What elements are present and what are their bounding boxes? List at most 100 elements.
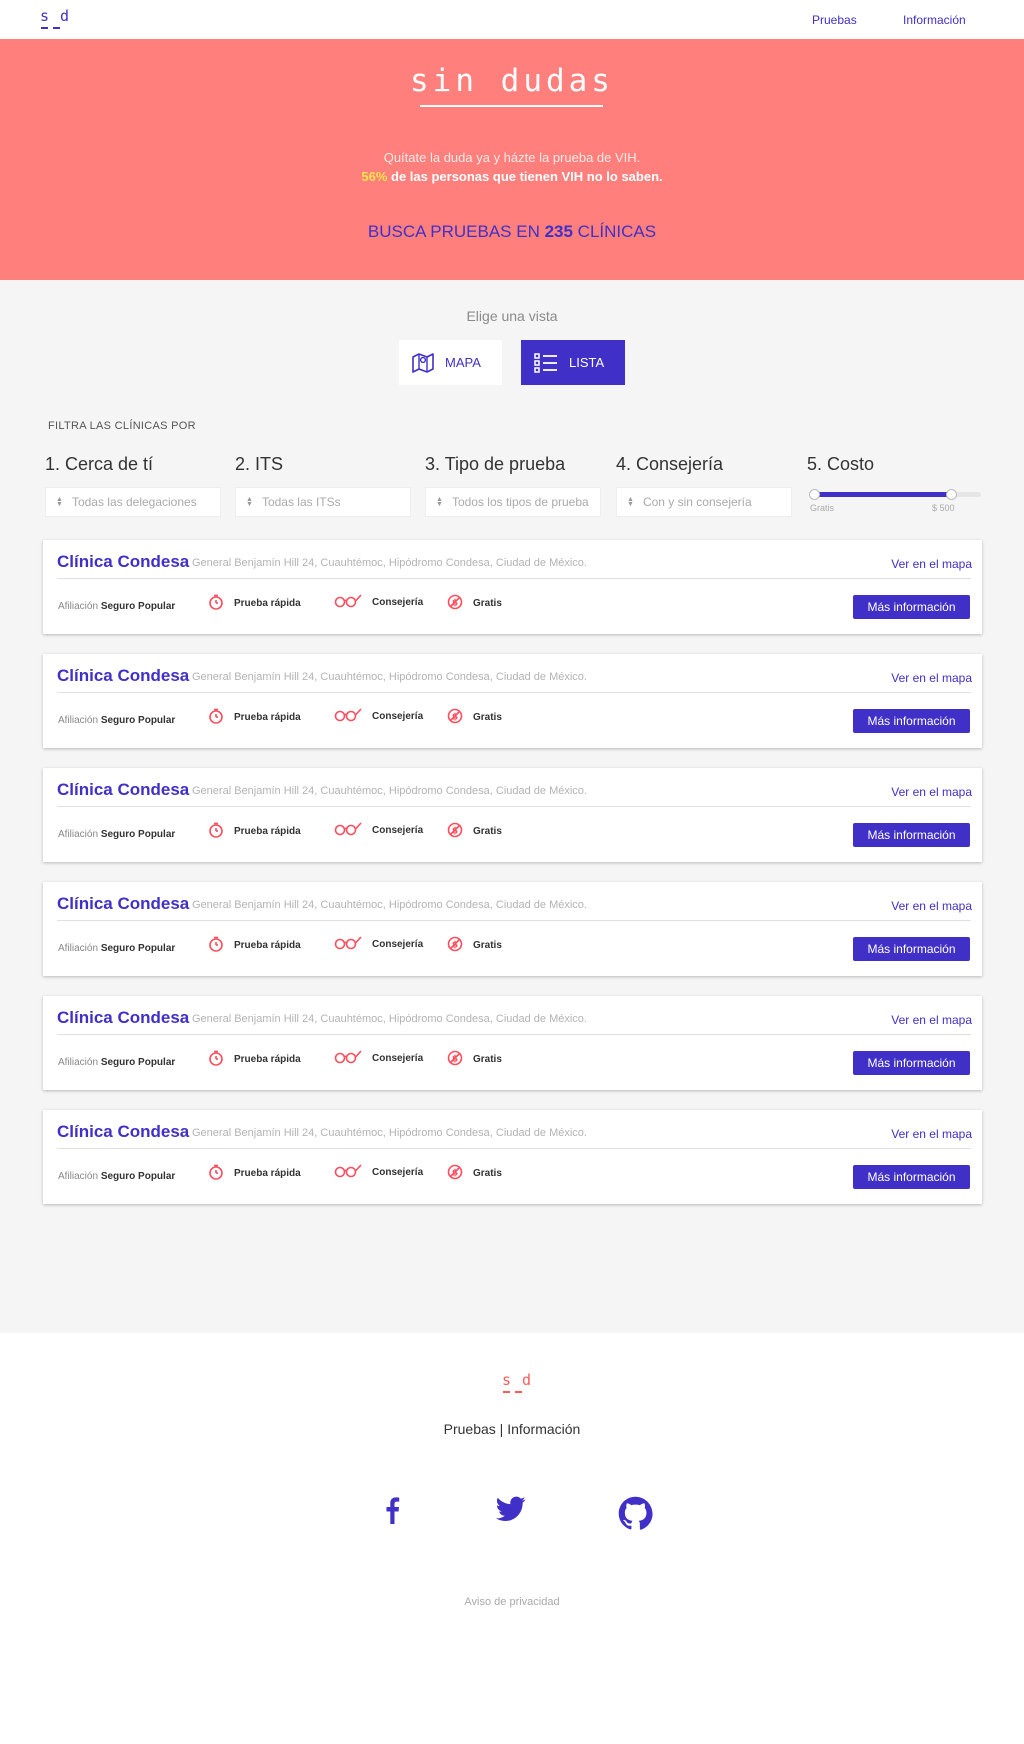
feature-rapid-test: Prueba rápida bbox=[208, 708, 301, 727]
filters-heading: FILTRA LAS CLÍNICAS POR bbox=[48, 420, 196, 432]
clinic-name[interactable]: Clínica Condesa bbox=[57, 894, 189, 914]
footer-link-pruebas[interactable]: Pruebas bbox=[444, 1421, 496, 1437]
hero-clinic-count: BUSCA PRUEBAS EN 235 CLÍNICAS bbox=[0, 222, 1024, 242]
affiliation-label: Afiliación bbox=[58, 943, 99, 954]
nav-link-informacion[interactable]: Información bbox=[903, 13, 966, 27]
feature-label: Gratis bbox=[473, 940, 502, 951]
feature-label: Gratis bbox=[473, 1168, 502, 1179]
feature-free: $ Gratis bbox=[447, 594, 502, 613]
clinic-card: Clínica Condesa General Benjamín Hill 24,… bbox=[43, 1110, 982, 1204]
clinic-address: General Benjamín Hill 24, Cuauhtémoc, Hi… bbox=[192, 785, 587, 797]
nav-link-pruebas[interactable]: Pruebas bbox=[812, 13, 857, 27]
feature-free: $ Gratis bbox=[447, 822, 502, 841]
clinic-name[interactable]: Clínica Condesa bbox=[57, 780, 189, 800]
view-list-button[interactable]: LISTA bbox=[521, 340, 625, 385]
no-cost-icon: $ bbox=[447, 936, 463, 955]
top-nav: s d Pruebas Información bbox=[0, 0, 1024, 39]
hero-subtitle: Quítate la duda ya y házte la prueba de … bbox=[383, 150, 641, 165]
cost-slider-max-handle[interactable] bbox=[946, 489, 957, 500]
filter-tipo-select[interactable]: ▲ ▼ Todos los tipos de prueba bbox=[425, 487, 601, 517]
clinic-affiliation: Afiliación Seguro Popular bbox=[58, 715, 175, 726]
affiliation-value: Seguro Popular bbox=[100, 601, 176, 612]
filter-costo-title: 5. Costo bbox=[807, 454, 875, 474]
list-icon bbox=[534, 352, 557, 373]
feature-label: Consejería bbox=[372, 939, 424, 950]
more-info-button[interactable]: Más información bbox=[853, 1051, 970, 1075]
main-content: Elige una vista MAPA LISTA FILTRA LAS CL… bbox=[0, 280, 1024, 1560]
affiliation-value: Seguro Popular bbox=[100, 715, 176, 726]
filter-consejeria-select[interactable]: ▲ ▼ Con y sin consejería bbox=[616, 487, 792, 517]
more-info-button[interactable]: Más información bbox=[853, 709, 970, 733]
view-list-label: LISTA bbox=[569, 355, 605, 370]
view-on-map-link[interactable]: Ver en el mapa bbox=[891, 1013, 972, 1027]
cost-slider-min-handle[interactable] bbox=[809, 489, 820, 500]
filter-cerca-title: 1. Cerca de tí bbox=[45, 454, 154, 474]
filter-tipo: 3. Tipo de prueba ▲ ▼ Todos los tipos de p… bbox=[425, 454, 601, 517]
cost-slider-range bbox=[814, 492, 952, 497]
feature-free: $ Gratis bbox=[447, 1050, 502, 1069]
more-info-button[interactable]: Más información bbox=[853, 937, 970, 961]
filter-consejeria-title: 4. Consejería bbox=[616, 454, 724, 474]
card-divider bbox=[57, 920, 971, 921]
stopwatch-icon bbox=[208, 936, 224, 955]
feature-label: Consejería bbox=[372, 1053, 424, 1064]
filter-its-select[interactable]: ▲ ▼ Todas las ITSs bbox=[235, 487, 411, 517]
more-info-button[interactable]: Más información bbox=[853, 823, 970, 847]
view-map-button[interactable]: MAPA bbox=[399, 340, 502, 385]
view-on-map-link[interactable]: Ver en el mapa bbox=[891, 785, 972, 799]
feature-label: Prueba rápida bbox=[234, 1168, 301, 1179]
feature-label: Prueba rápida bbox=[234, 940, 301, 951]
feature-rapid-test: Prueba rápida bbox=[208, 822, 301, 841]
hero-stat: 56% de las personas que tienen VIH no lo… bbox=[0, 169, 1024, 184]
affiliation-value: Seguro Popular bbox=[100, 1171, 176, 1182]
feature-counseling: Consejería bbox=[334, 594, 423, 611]
github-icon[interactable] bbox=[618, 1496, 653, 1536]
filter-tipo-value: Todos los tipos de prueba bbox=[451, 495, 589, 509]
clinic-affiliation: Afiliación Seguro Popular bbox=[58, 601, 175, 612]
footer-link-informacion[interactable]: Información bbox=[507, 1421, 580, 1437]
map-icon bbox=[412, 352, 434, 373]
no-cost-icon: $ bbox=[447, 708, 463, 727]
clinic-name[interactable]: Clínica Condesa bbox=[57, 1008, 189, 1028]
filter-cerca-select[interactable]: ▲ ▼ Todas las delegaciones bbox=[45, 487, 221, 517]
site-logo[interactable]: s d bbox=[40, 7, 70, 29]
footer-links: Pruebas | Información bbox=[0, 1421, 1024, 1437]
twitter-icon[interactable] bbox=[495, 1496, 526, 1527]
footer-logo[interactable]: s d bbox=[502, 1371, 532, 1393]
feature-label: Consejería bbox=[372, 1167, 424, 1178]
more-info-button[interactable]: Más información bbox=[853, 595, 970, 619]
sort-arrows-icon: ▲ ▼ bbox=[56, 496, 63, 508]
stopwatch-icon bbox=[208, 594, 224, 613]
filter-costo: 5. Costo bbox=[807, 454, 983, 476]
affiliation-value: Seguro Popular bbox=[100, 1057, 176, 1068]
no-cost-icon: $ bbox=[447, 1050, 463, 1069]
clinic-name[interactable]: Clínica Condesa bbox=[57, 1122, 189, 1142]
hero-stat-text: de las personas que tienen VIH no lo sab… bbox=[387, 169, 663, 184]
feature-counseling: Consejería bbox=[334, 936, 423, 953]
no-cost-icon: $ bbox=[447, 1164, 463, 1183]
facebook-icon[interactable] bbox=[384, 1496, 400, 1529]
view-chooser-label: Elige una vista bbox=[466, 308, 558, 324]
view-on-map-link[interactable]: Ver en el mapa bbox=[891, 557, 972, 571]
clinic-address: General Benjamín Hill 24, Cuauhtémoc, Hi… bbox=[192, 1127, 587, 1139]
view-on-map-link[interactable]: Ver en el mapa bbox=[891, 671, 972, 685]
view-on-map-link[interactable]: Ver en el mapa bbox=[891, 899, 972, 913]
clinic-name[interactable]: Clínica Condesa bbox=[57, 666, 189, 686]
clinic-card: Clínica Condesa General Benjamín Hill 24,… bbox=[43, 996, 982, 1090]
card-divider bbox=[57, 1148, 971, 1149]
feature-label: Consejería bbox=[372, 597, 424, 608]
feature-rapid-test: Prueba rápida bbox=[208, 1050, 301, 1069]
affiliation-label: Afiliación bbox=[58, 1057, 99, 1068]
more-info-button[interactable]: Más información bbox=[853, 1165, 970, 1189]
feature-counseling: Consejería bbox=[334, 1164, 423, 1181]
clinic-name[interactable]: Clínica Condesa bbox=[57, 552, 189, 572]
affiliation-label: Afiliación bbox=[58, 1171, 99, 1182]
filter-its: 2. ITS ▲ ▼ Todas las ITSs bbox=[235, 454, 411, 517]
clinic-affiliation: Afiliación Seguro Popular bbox=[58, 1171, 175, 1182]
feature-label: Consejería bbox=[372, 825, 424, 836]
privacy-link[interactable]: Aviso de privacidad bbox=[0, 1596, 1024, 1608]
view-on-map-link[interactable]: Ver en el mapa bbox=[891, 1127, 972, 1141]
filter-its-title: 2. ITS bbox=[235, 454, 284, 474]
busca-suffix: CLÍNICAS bbox=[572, 222, 657, 241]
glasses-icon bbox=[334, 1050, 362, 1067]
